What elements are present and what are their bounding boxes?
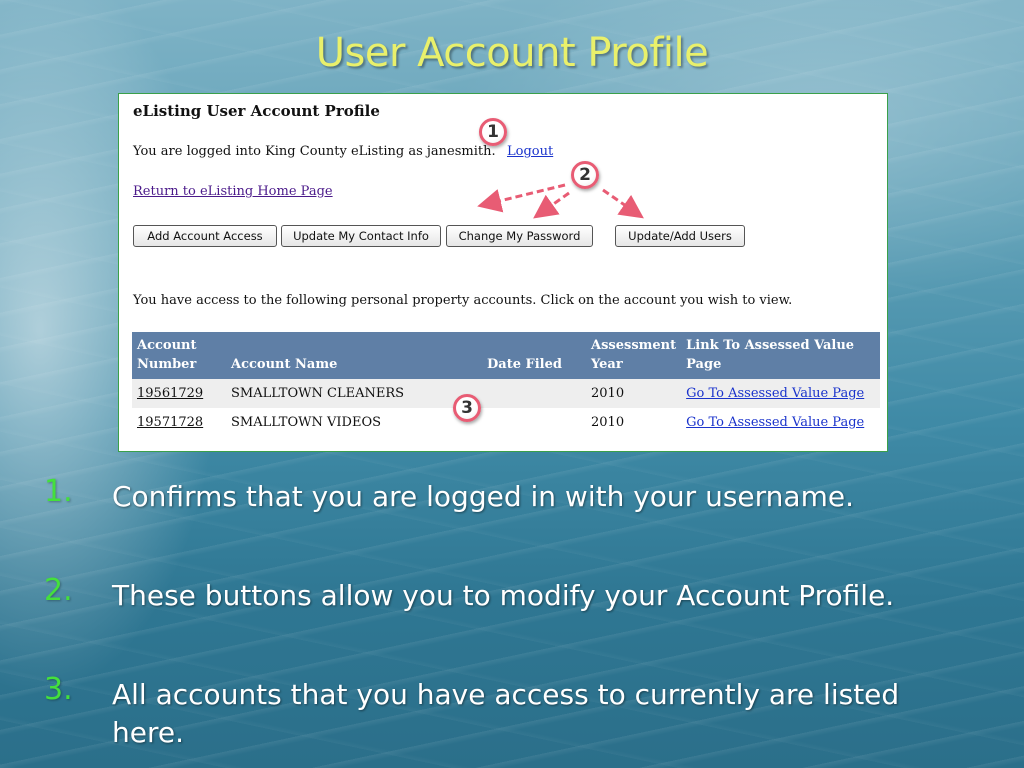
profile-screenshot: eListing User Account Profile You are lo… [118,93,888,452]
slide-title: User Account Profile [315,30,709,76]
callout-1-marker: 1 [479,118,507,146]
bullet-text: These buttons allow you to modify your A… [112,579,895,612]
bullet-number: 1. [44,474,73,509]
arrow-to-update-users [602,188,644,219]
callout-arrows [477,183,644,219]
callout-3-marker: 3 [453,394,481,422]
bullet-number: 2. [44,573,73,608]
bullet-text: Confirms that you are logged in with you… [112,480,854,513]
bullet-text: All accounts that you have access to cur… [112,678,900,749]
bullet-number: 3. [44,672,73,707]
callout-2-marker: 2 [571,161,599,189]
arrow-to-update-contact [477,183,566,213]
arrow-to-change-password [533,191,570,219]
